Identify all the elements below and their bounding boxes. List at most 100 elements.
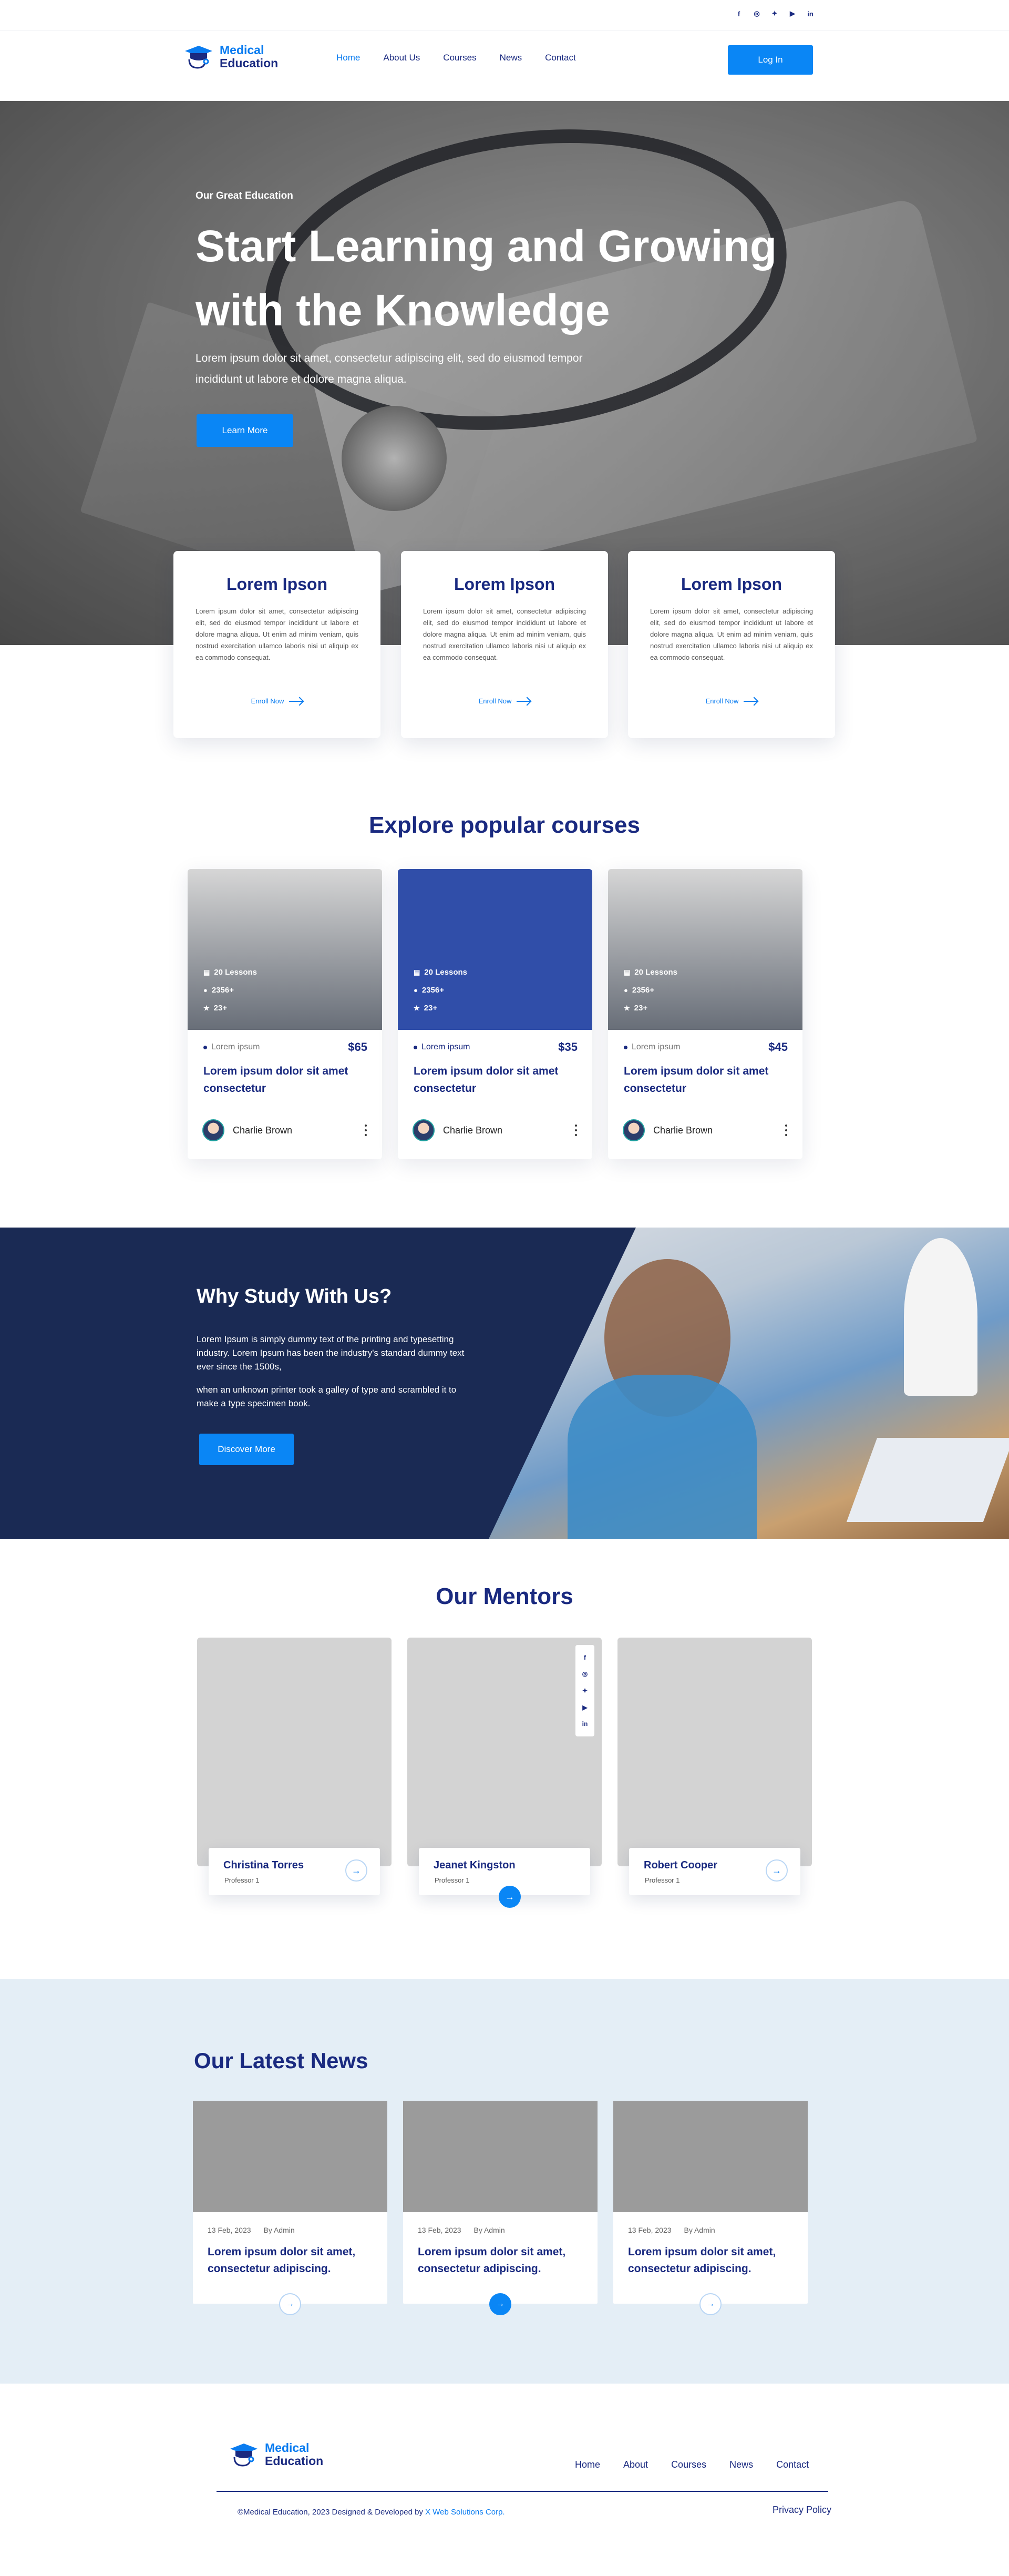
course-title[interactable]: Lorem ipsum dolor sit amet consectetur <box>414 1062 576 1097</box>
footer-nav-home[interactable]: Home <box>575 2459 600 2470</box>
instagram-icon[interactable]: ◎ <box>753 9 761 18</box>
news-date: 13 Feb, 2023 <box>628 2226 672 2234</box>
footer-nav-contact[interactable]: Contact <box>776 2459 809 2470</box>
news-card[interactable]: 13 Feb, 2023 By Admin Lorem ipsum dolor s… <box>193 2101 387 2315</box>
mentor-card[interactable]: f ◎ ✦ ▶ in Jeanet Kingston Professor 1 → <box>407 1638 602 1908</box>
document-icon: ▤ <box>414 968 420 976</box>
brand-line-1: Medical <box>220 43 264 57</box>
course-rating: ★ 23+ <box>414 1004 437 1013</box>
news-meta: 13 Feb, 2023 By Admin <box>628 2226 715 2234</box>
mentor-card[interactable]: Robert Cooper Professor 1 → <box>617 1638 812 1895</box>
course-card[interactable]: ▤ 20 Lessons ● 2356+ ★ 23+ Lorem ipsum $45 … <box>608 869 802 1159</box>
course-price: $45 <box>768 1040 788 1054</box>
learn-more-button[interactable]: Learn More <box>197 414 293 447</box>
arrow-right-icon[interactable]: → <box>489 2293 511 2315</box>
news-title[interactable]: Lorem ipsum dolor sit amet, consectetur … <box>418 2244 586 2277</box>
arrow-right-icon[interactable]: → <box>279 2293 301 2315</box>
twitter-icon[interactable]: ✦ <box>582 1687 588 1694</box>
mentor-role: Professor 1 <box>645 1876 680 1884</box>
brand-logo[interactable]: Medical Education <box>184 44 278 70</box>
nav-courses[interactable]: Courses <box>443 53 476 63</box>
linkedin-icon[interactable]: in <box>806 9 815 18</box>
course-price: $65 <box>348 1040 367 1054</box>
mentor-info: Jeanet Kingston Professor 1 → <box>419 1848 590 1908</box>
news-card[interactable]: 13 Feb, 2023 By Admin Lorem ipsum dolor s… <box>403 2101 598 2315</box>
course-author: Charlie Brown <box>623 1119 713 1141</box>
nav-home[interactable]: Home <box>336 53 360 63</box>
developer-link[interactable]: X Web Solutions Corp. <box>425 2508 504 2517</box>
enroll-now-link[interactable]: Enroll Now <box>628 697 835 705</box>
students-count: 2356+ <box>632 986 654 995</box>
instagram-icon[interactable]: ◎ <box>582 1670 588 1678</box>
more-options-icon[interactable] <box>364 1125 367 1136</box>
avatar <box>413 1119 435 1141</box>
footer-logo[interactable]: Medical Education <box>229 2441 323 2468</box>
news-image <box>613 2101 808 2212</box>
mentor-role: Professor 1 <box>224 1876 260 1884</box>
category-label: Lorem ipsum <box>421 1042 470 1051</box>
linkedin-icon[interactable]: in <box>582 1720 588 1727</box>
arrow-right-icon[interactable]: → <box>766 1859 788 1882</box>
privacy-policy-link[interactable]: Privacy Policy <box>773 2505 831 2516</box>
footer-nav-news[interactable]: News <box>729 2459 753 2470</box>
why-study-section: Why Study With Us? Lorem Ipsum is simply… <box>0 1228 1009 1539</box>
hero-title: Start Learning and Growing with the Know… <box>195 221 777 335</box>
youtube-icon[interactable]: ▶ <box>582 1704 587 1711</box>
course-card[interactable]: ▤ 20 Lessons ● 2356+ ★ 23+ Lorem ipsum $65 … <box>188 869 382 1159</box>
nav-contact[interactable]: Contact <box>545 53 576 63</box>
footer-nav: Home About Courses News Contact <box>575 2459 809 2470</box>
more-options-icon[interactable] <box>574 1125 578 1136</box>
nav-news[interactable]: News <box>500 53 522 63</box>
why-paragraph-1: Lorem Ipsum is simply dummy text of the … <box>197 1334 465 1372</box>
main-nav: Home About Us Courses News Contact <box>336 53 576 63</box>
enroll-now-link[interactable]: Enroll Now <box>401 697 608 705</box>
news-date: 13 Feb, 2023 <box>208 2226 251 2234</box>
login-button[interactable]: Log In <box>728 45 813 75</box>
facebook-icon[interactable]: f <box>735 9 743 18</box>
mentor-name: Jeanet Kingston <box>434 1859 516 1871</box>
mentor-card[interactable]: Christina Torres Professor 1 → <box>197 1638 392 1895</box>
course-image: ▤ 20 Lessons ● 2356+ ★ 23+ <box>188 869 382 1030</box>
author-name: Charlie Brown <box>233 1125 293 1136</box>
course-title[interactable]: Lorem ipsum dolor sit amet consectetur <box>203 1062 366 1097</box>
arrow-right-icon[interactable]: → <box>499 1886 521 1908</box>
news-title[interactable]: Lorem ipsum dolor sit amet, consectetur … <box>208 2244 376 2277</box>
course-students: ● 2356+ <box>624 986 654 995</box>
graduation-cap-stethoscope-icon <box>230 2444 258 2467</box>
news-card[interactable]: 13 Feb, 2023 By Admin Lorem ipsum dolor s… <box>613 2101 808 2315</box>
youtube-icon[interactable]: ▶ <box>788 9 797 18</box>
news-author: By Admin <box>263 2226 295 2234</box>
twitter-icon[interactable]: ✦ <box>770 9 779 18</box>
news-date: 13 Feb, 2023 <box>418 2226 461 2234</box>
hero-kicker: Our Great Education <box>195 190 293 201</box>
footer-nav-about[interactable]: About <box>623 2459 648 2470</box>
mentor-role: Professor 1 <box>435 1876 470 1884</box>
course-students: ● 2356+ <box>203 986 234 995</box>
mentor-info: Christina Torres Professor 1 → <box>209 1848 380 1895</box>
discover-more-button[interactable]: Discover More <box>199 1434 294 1465</box>
photo-detail <box>568 1375 757 1539</box>
arrow-right-icon[interactable]: → <box>345 1859 367 1882</box>
more-options-icon[interactable] <box>785 1125 788 1136</box>
bullet-icon <box>624 1045 627 1049</box>
user-icon: ● <box>414 986 418 994</box>
footer-divider <box>217 2491 828 2492</box>
brand-name: Medical Education <box>265 2441 323 2468</box>
nav-about-us[interactable]: About Us <box>383 53 420 63</box>
course-title[interactable]: Lorem ipsum dolor sit amet consectetur <box>624 1062 787 1097</box>
course-image: ▤ 20 Lessons ● 2356+ ★ 23+ <box>398 869 592 1030</box>
mentor-social-links: f ◎ ✦ ▶ in <box>575 1645 594 1736</box>
course-card[interactable]: ▤ 20 Lessons ● 2356+ ★ 23+ Lorem ipsum $35 … <box>398 869 592 1159</box>
latest-news-section: Our Latest News 13 Feb, 2023 By Admin Lor… <box>0 1979 1009 2384</box>
news-title[interactable]: Lorem ipsum dolor sit amet, consectetur … <box>628 2244 796 2277</box>
document-icon: ▤ <box>203 968 210 976</box>
feature-text: Lorem ipsum dolor sit amet, consectetur … <box>195 607 358 661</box>
feature-card: Lorem Ipson Lorem ipsum dolor sit amet, … <box>173 551 380 738</box>
arrow-right-icon[interactable]: → <box>699 2293 722 2315</box>
enroll-now-link[interactable]: Enroll Now <box>173 697 380 705</box>
facebook-icon[interactable]: f <box>584 1654 586 1661</box>
rating-count: 23+ <box>424 1004 438 1013</box>
mentor-photo <box>407 1638 602 1866</box>
students-count: 2356+ <box>421 986 444 995</box>
footer-nav-courses[interactable]: Courses <box>671 2459 706 2470</box>
